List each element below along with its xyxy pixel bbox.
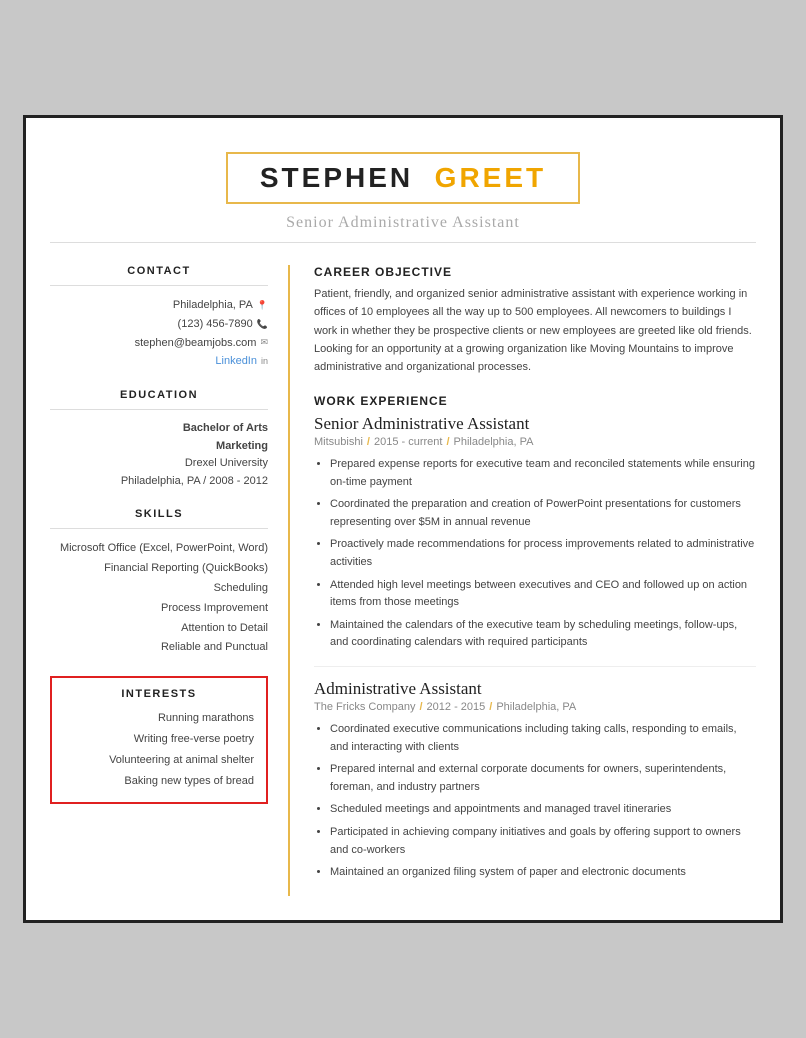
interests-list: Running marathonsWriting free-verse poet…: [64, 708, 254, 792]
skill-item: Reliable and Punctual: [50, 638, 268, 658]
skills-title: SKILLS: [50, 508, 268, 520]
education-content: Bachelor of Arts Marketing Drexel Univer…: [50, 420, 268, 490]
last-name: GREET: [435, 162, 546, 193]
contact-location: Philadelphia, PA 📍: [50, 296, 268, 315]
list-item: Prepared expense reports for executive t…: [330, 456, 756, 491]
meta-slash2: /: [489, 701, 492, 713]
skills-list: Microsoft Office (Excel, PowerPoint, Wor…: [50, 539, 268, 658]
email-icon: ✉: [260, 335, 268, 350]
header: STEPHEN GREET Senior Administrative Assi…: [50, 142, 756, 257]
job-entry: Administrative Assistant The Fricks Compa…: [314, 679, 756, 882]
job-company: Mitsubishi: [314, 436, 363, 448]
list-item: Scheduled meetings and appointments and …: [330, 801, 756, 819]
job-subtitle: Senior Administrative Assistant: [50, 214, 756, 232]
jobs-container: Senior Administrative Assistant Mitsubish…: [314, 414, 756, 882]
list-item: Participated in achieving company initia…: [330, 824, 756, 859]
skills-section: SKILLS Microsoft Office (Excel, PowerPoi…: [50, 508, 268, 658]
job-divider: [314, 666, 756, 667]
skills-divider: [50, 528, 268, 529]
first-name: STEPHEN: [260, 162, 413, 193]
list-item: Prepared internal and external corporate…: [330, 761, 756, 796]
contact-title: CONTACT: [50, 265, 268, 277]
career-objective-title: CAREER OBJECTIVE: [314, 265, 756, 279]
job-company: The Fricks Company: [314, 701, 415, 713]
job-period: 2015 - current: [374, 436, 442, 448]
interests-section: INTERESTS Running marathonsWriting free-…: [50, 676, 268, 804]
education-divider: [50, 409, 268, 410]
interest-item: Baking new types of bread: [64, 771, 254, 792]
university: Drexel University: [50, 455, 268, 473]
phone-icon: 📞: [257, 317, 268, 332]
education-section: EDUCATION Bachelor of Arts Marketing Dre…: [50, 389, 268, 490]
job-entry: Senior Administrative Assistant Mitsubish…: [314, 414, 756, 667]
interest-item: Volunteering at animal shelter: [64, 750, 254, 771]
edu-location-year: Philadelphia, PA / 2008 - 2012: [50, 473, 268, 491]
name-box: STEPHEN GREET: [226, 152, 580, 204]
job-meta: Mitsubishi / 2015 - current / Philadelph…: [314, 436, 756, 448]
job-period: 2012 - 2015: [427, 701, 486, 713]
contact-section: CONTACT Philadelphia, PA 📍 (123) 456-789…: [50, 265, 268, 371]
education-title: EDUCATION: [50, 389, 268, 401]
list-item: Maintained the calendars of the executiv…: [330, 617, 756, 652]
work-experience-section: WORK EXPERIENCE Senior Administrative As…: [314, 394, 756, 882]
skill-item: Attention to Detail: [50, 619, 268, 639]
left-column: CONTACT Philadelphia, PA 📍 (123) 456-789…: [50, 265, 290, 895]
skill-item: Financial Reporting (QuickBooks): [50, 559, 268, 579]
list-item: Coordinated the preparation and creation…: [330, 496, 756, 531]
right-column: CAREER OBJECTIVE Patient, friendly, and …: [290, 265, 756, 895]
degree-line2: Marketing: [50, 438, 268, 456]
contact-linkedin[interactable]: LinkedIn in: [50, 352, 268, 371]
header-divider: [50, 242, 756, 243]
list-item: Proactively made recommendations for pro…: [330, 536, 756, 571]
interests-title: INTERESTS: [64, 688, 254, 700]
list-item: Maintained an organized filing system of…: [330, 864, 756, 882]
job-location: Philadelphia, PA: [454, 436, 534, 448]
resume-page: STEPHEN GREET Senior Administrative Assi…: [23, 115, 783, 922]
main-layout: CONTACT Philadelphia, PA 📍 (123) 456-789…: [50, 265, 756, 895]
contact-phone: (123) 456-7890 📞: [50, 315, 268, 334]
full-name: STEPHEN GREET: [260, 162, 546, 194]
interest-item: Writing free-verse poetry: [64, 729, 254, 750]
job-meta: The Fricks Company / 2012 - 2015 / Phila…: [314, 701, 756, 713]
job-bullets: Coordinated executive communications inc…: [314, 721, 756, 882]
contact-email: stephen@beamjobs.com ✉: [50, 334, 268, 353]
list-item: Coordinated executive communications inc…: [330, 721, 756, 756]
job-location: Philadelphia, PA: [496, 701, 576, 713]
interests-box: INTERESTS Running marathonsWriting free-…: [50, 676, 268, 804]
skill-item: Scheduling: [50, 579, 268, 599]
career-objective-text: Patient, friendly, and organized senior …: [314, 285, 756, 376]
skill-item: Process Improvement: [50, 599, 268, 619]
job-title: Senior Administrative Assistant: [314, 414, 756, 434]
linkedin-icon: in: [261, 354, 268, 369]
interest-item: Running marathons: [64, 708, 254, 729]
work-experience-title: WORK EXPERIENCE: [314, 394, 756, 408]
location-icon: 📍: [257, 298, 268, 313]
meta-slash2: /: [446, 436, 449, 448]
job-bullets: Prepared expense reports for executive t…: [314, 456, 756, 652]
degree-line1: Bachelor of Arts: [50, 420, 268, 438]
meta-slash: /: [419, 701, 422, 713]
meta-slash: /: [367, 436, 370, 448]
skill-item: Microsoft Office (Excel, PowerPoint, Wor…: [50, 539, 268, 559]
career-objective-section: CAREER OBJECTIVE Patient, friendly, and …: [314, 265, 756, 376]
job-title: Administrative Assistant: [314, 679, 756, 699]
contact-divider: [50, 285, 268, 286]
list-item: Attended high level meetings between exe…: [330, 577, 756, 612]
